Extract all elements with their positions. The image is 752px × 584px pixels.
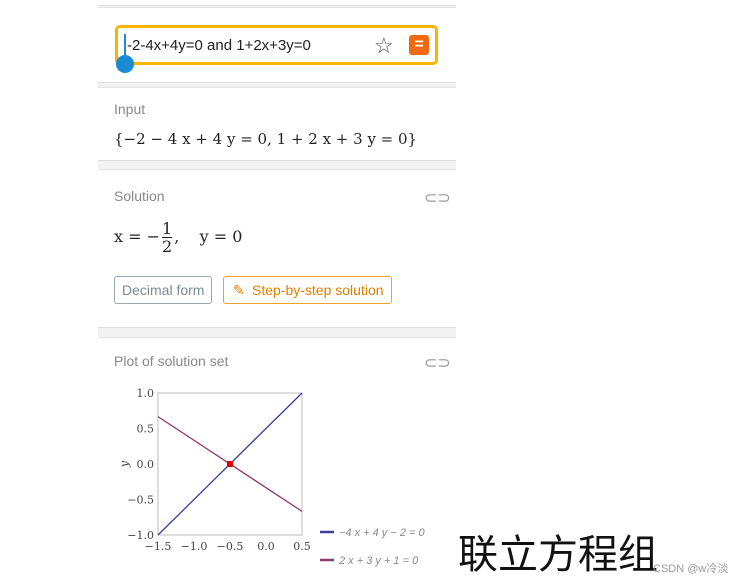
query-text[interactable]: -2-4x+4y=0 and 1+2x+3y=0 [127,37,311,54]
link-icon[interactable]: ⊂⊃ [424,353,451,373]
solution-plot: −1.5 −1.0 −0.5 0.0 0.5−1.0−0.50.00.51.0y−4 x… [118,387,425,567]
x-tick-label: −1.0 [181,540,208,553]
overlay-caption: 联立方程组 [458,532,658,578]
step-by-step-button[interactable]: ✎ Step-by-step solution [223,276,392,304]
divider [98,5,456,8]
selection-handle[interactable] [116,55,134,73]
fraction: 12 [162,219,173,256]
plot-label: Plot of solution set [114,353,229,369]
legend-label: −4 x + 4 y − 2 = 0 [339,527,425,539]
decimal-form-button[interactable]: Decimal form [114,276,213,304]
step-by-step-label: Step-by-step solution [252,282,384,298]
denominator: 2 [162,237,173,256]
x-tick-label: 0.0 [257,540,275,553]
y-tick-label: −1.0 [127,529,154,542]
solution-point [227,461,233,467]
divider [98,160,456,170]
y-axis-label: y [118,460,131,468]
input-expression: {−2 − 4 x + 4 y = 0, 1 + 2 x + 3 y = 0} [114,130,418,148]
legend-label: 2 x + 3 y + 1 = 0 [338,555,419,567]
solution-label: Solution [114,188,165,204]
x-tick-label: −0.5 [217,540,244,553]
numerator: 1 [162,219,173,238]
link-icon[interactable]: ⊂⊃ [424,188,451,208]
x-tick-label: 0.5 [293,540,311,553]
y-value: , y = 0 [174,227,243,246]
solution-expression: x = −1 2, y = 0 [114,220,242,255]
divider [98,82,456,88]
y-tick-label: 0.0 [137,458,155,471]
input-label: Input [114,101,146,117]
divider [98,327,456,338]
star-icon[interactable]: ☆ [374,33,394,59]
y-tick-label: 1.0 [137,387,155,400]
equals-icon[interactable]: = [409,35,429,55]
edit-icon: ✎ [233,282,245,298]
y-tick-label: 0.5 [137,423,155,436]
y-tick-label: −0.5 [127,494,154,507]
watermark: CSDN @w冷淡 [653,563,729,575]
x-lhs: x = − [114,227,161,246]
query-input[interactable]: -2-4x+4y=0 and 1+2x+3y=0 ☆ = [115,25,438,65]
